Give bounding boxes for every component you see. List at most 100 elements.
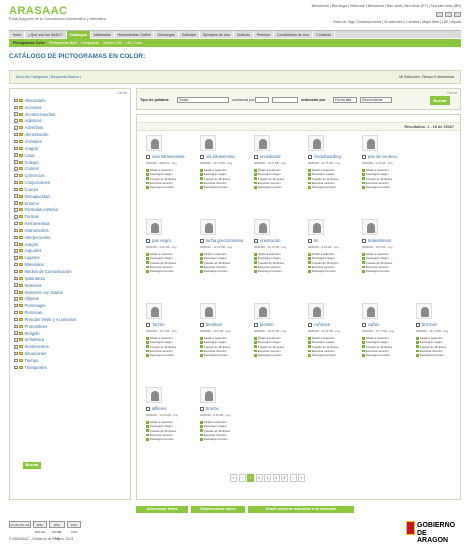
- flag-fr-icon[interactable]: [454, 12, 461, 17]
- nav-item-catalogos[interactable]: Catálogos: [66, 30, 91, 39]
- expand-icon[interactable]: +: [14, 228, 18, 233]
- category-item[interactable]: + Alimentación: [14, 131, 130, 138]
- card-action[interactable]: Descargar locución: [200, 269, 230, 273]
- expand-icon[interactable]: +: [14, 290, 18, 294]
- site-logo[interactable]: ARASAAC: [9, 5, 68, 17]
- expand-icon[interactable]: +: [14, 365, 18, 370]
- expand-icon[interactable]: +: [14, 194, 18, 198]
- category-item[interactable]: + Fórmulas cortesía: [14, 207, 130, 214]
- expand-icon[interactable]: +: [14, 132, 18, 137]
- nav-item-inicio[interactable]: Inicio: [10, 30, 26, 39]
- category-label[interactable]: Alimentación: [25, 132, 49, 137]
- category-label[interactable]: Entorno: [25, 201, 40, 206]
- pictogram-name[interactable]: pan negro: [152, 238, 171, 243]
- category-label[interactable]: Sentimientos: [25, 344, 49, 349]
- category-label[interactable]: Números: [25, 283, 42, 288]
- card-action[interactable]: Descargar locución: [308, 353, 338, 357]
- pictogram-name[interactable]: tirateatrinero: [368, 238, 392, 243]
- pager-page-5[interactable]: 5: [281, 474, 288, 482]
- pictogram-name[interactable]: cañones: [314, 322, 330, 327]
- search-mode-links[interactable]: Árbol de Categorías | Búsqueda Básica |: [16, 75, 81, 79]
- category-label[interactable]: Naturaleza: [25, 276, 45, 281]
- close-tree-link[interactable]: Cerrar: [117, 91, 127, 95]
- pictogram-image[interactable]: [200, 303, 216, 319]
- pictogram-name[interactable]: pan de centeno: [368, 154, 397, 159]
- pictogram-name[interactable]: snowboard: [260, 154, 281, 159]
- category-item[interactable]: + Prendas Vestir y Accesorios: [14, 316, 130, 323]
- pictogram-checkbox[interactable]: [200, 239, 204, 243]
- category-label[interactable]: Transportes: [25, 365, 47, 370]
- category-label[interactable]: Medios de Comunicación: [25, 269, 72, 274]
- category-label[interactable]: Aragón: [25, 146, 39, 151]
- card-action[interactable]: Descargar locución: [146, 353, 176, 357]
- starts-with-input[interactable]: [272, 97, 298, 103]
- css-badge[interactable]: W3C CSS: [67, 521, 81, 534]
- category-label[interactable]: Personajes: [25, 303, 46, 308]
- category-item[interactable]: + Colores: [14, 165, 130, 172]
- expand-icon[interactable]: +: [14, 221, 18, 226]
- category-label[interactable]: Juguetes: [25, 248, 42, 253]
- card-action[interactable]: Descargar locución: [200, 437, 230, 441]
- pictogram-image[interactable]: [308, 219, 324, 235]
- utility-links[interactable]: Nube de Tags | Subscripciones | Mi selec…: [333, 20, 461, 24]
- pictogram-image[interactable]: [416, 303, 432, 319]
- card-action[interactable]: Descargar locución: [362, 353, 392, 357]
- card-action[interactable]: Descargar locución: [146, 437, 176, 441]
- category-label[interactable]: Tiempo: [25, 358, 39, 363]
- category-item[interactable]: + Formas: [14, 213, 130, 220]
- pictogram-checkbox[interactable]: [146, 407, 150, 411]
- category-label[interactable]: Lugares: [25, 255, 40, 260]
- category-label[interactable]: Formas: [25, 214, 39, 219]
- pager-page-4[interactable]: 4: [272, 474, 280, 482]
- pictogram-checkbox[interactable]: [254, 155, 258, 159]
- category-label[interactable]: Situaciones: [25, 351, 47, 356]
- category-label[interactable]: Prendas Vestir y Accesorios: [25, 317, 77, 322]
- expand-icon[interactable]: +: [14, 331, 18, 335]
- category-item[interactable]: + Juegos: [14, 241, 130, 248]
- expand-icon[interactable]: +: [14, 146, 18, 151]
- category-item[interactable]: + Acontecimientos: [14, 111, 130, 118]
- nav-item-materiales[interactable]: Materiales: [91, 30, 115, 39]
- pictogram-image[interactable]: [200, 219, 216, 235]
- card-action[interactable]: Descargar locución: [308, 185, 338, 189]
- expand-icon[interactable]: +: [14, 98, 18, 103]
- pictogram-name[interactable]: alfileres: [152, 406, 166, 411]
- nav-item-descargas[interactable]: Descargas: [154, 30, 179, 39]
- nav-item-premios[interactable]: Premios: [254, 30, 275, 39]
- category-item[interactable]: + Personajes: [14, 302, 130, 309]
- cc-license-badge[interactable]: CC BY-NC-SA: [9, 521, 31, 528]
- pictogram-checkbox[interactable]: [416, 323, 420, 327]
- pictogram-checkbox[interactable]: [362, 323, 366, 327]
- nav-item-herramientas[interactable]: Herramientas Online: [115, 30, 155, 39]
- expand-icon[interactable]: +: [14, 262, 18, 267]
- expand-icon[interactable]: +: [14, 105, 18, 110]
- category-item[interactable]: + Herramientas: [14, 220, 130, 227]
- pictogram-name[interactable]: Tarzán: [152, 322, 165, 327]
- category-item[interactable]: + Interjecciones: [14, 234, 130, 241]
- category-label[interactable]: Pronombres: [25, 324, 48, 329]
- category-item[interactable]: + Cuerpo: [14, 186, 130, 193]
- pictogram-name[interactable]: tiri: [314, 238, 318, 243]
- category-item[interactable]: + Instrumentos: [14, 227, 130, 234]
- category-item[interactable]: + Conjunciones: [14, 179, 130, 186]
- order-by-select[interactable]: Fecha alta: [333, 97, 357, 103]
- pictogram-checkbox[interactable]: [308, 155, 312, 159]
- pictogram-image[interactable]: [146, 135, 162, 151]
- expand-icon[interactable]: +: [14, 358, 18, 363]
- flag-en-icon[interactable]: [445, 12, 452, 17]
- pictogram-image[interactable]: [254, 135, 270, 151]
- expand-icon[interactable]: +: [14, 215, 18, 219]
- nav-item-contacta[interactable]: Contacta: [313, 30, 335, 39]
- expand-icon[interactable]: +: [14, 249, 18, 253]
- pictogram-checkbox[interactable]: [362, 239, 366, 243]
- pictogram-name[interactable]: orientación: [260, 238, 281, 243]
- subnav-item-lsc[interactable]: LSC Color: [124, 41, 145, 45]
- language-links[interactable]: Bienvenido | Benvingut | Welcome | Bienv…: [312, 4, 461, 8]
- category-label[interactable]: Adverbios: [25, 125, 44, 130]
- expand-icon[interactable]: +: [14, 187, 18, 192]
- card-action[interactable]: Descargar locución: [254, 269, 284, 273]
- pager-page-1[interactable]: 1: [247, 474, 254, 482]
- xhtml-badge[interactable]: W3C XHTML 1.0: [49, 521, 65, 540]
- pager-first[interactable]: «: [230, 474, 237, 482]
- category-label[interactable]: Acontecimientos: [25, 112, 56, 117]
